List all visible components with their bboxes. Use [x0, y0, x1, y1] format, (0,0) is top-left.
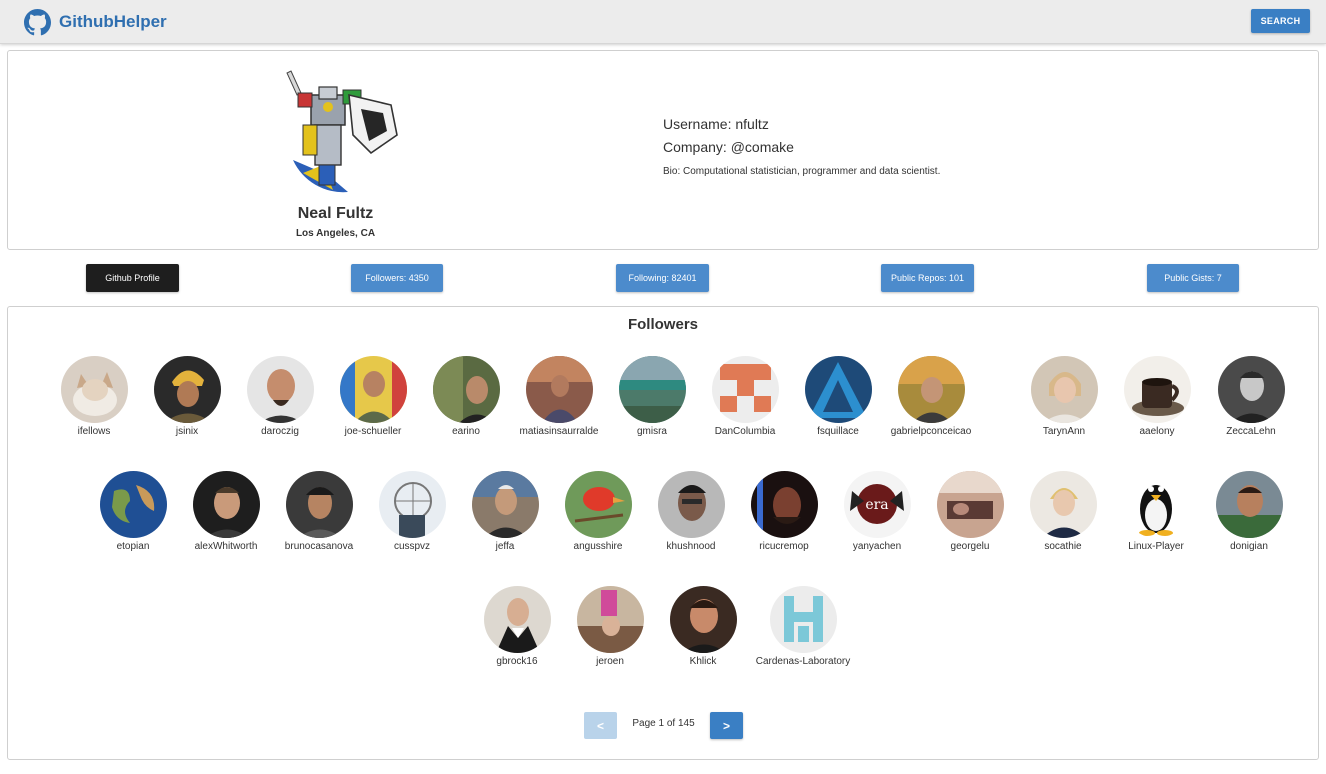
public-repos-button[interactable]: Public Repos: 101 [881, 264, 974, 292]
follower-avatar[interactable] [898, 356, 965, 423]
follower-avatar[interactable] [1031, 356, 1098, 423]
follower-avatar[interactable]: era [844, 471, 911, 538]
voltron-robot-avatar [273, 65, 403, 195]
svg-text:era: era [865, 497, 888, 513]
followers-card: Followers ifellows jsinix daroczig joe-s… [7, 306, 1319, 760]
follower-login[interactable]: Cardenas-Laboratory [738, 656, 868, 667]
follower-avatar[interactable] [193, 471, 260, 538]
follower-avatar[interactable] [1218, 356, 1285, 423]
github-profile-button[interactable]: Github Profile [86, 264, 179, 292]
follower-avatar[interactable] [805, 356, 872, 423]
follower-avatar[interactable] [61, 356, 128, 423]
follower-avatar[interactable] [154, 356, 221, 423]
follower-avatar[interactable] [670, 586, 737, 653]
followers-count-button[interactable]: Followers: 4350 [351, 264, 443, 292]
follower-avatar[interactable] [433, 356, 500, 423]
follower-avatar[interactable] [1123, 471, 1190, 538]
follower-avatar[interactable] [379, 471, 446, 538]
follower-avatar[interactable] [1030, 471, 1097, 538]
follower-avatar[interactable] [247, 356, 314, 423]
follower-avatar[interactable] [658, 471, 725, 538]
follower-avatar[interactable] [286, 471, 353, 538]
follower-avatar[interactable] [712, 356, 779, 423]
follower-login[interactable]: gabrielpconceicao [866, 426, 996, 437]
brand[interactable]: GithubHelper [24, 8, 167, 36]
github-octocat-icon [24, 8, 51, 36]
follower-avatar[interactable] [937, 471, 1004, 538]
follower-avatar[interactable] [472, 471, 539, 538]
follower-login[interactable]: ZeccaLehn [1186, 426, 1316, 437]
page-indicator: Page 1 of 145 [632, 718, 695, 729]
profile-location: Los Angeles, CA [295, 228, 376, 239]
follower-login[interactable]: donigian [1184, 541, 1314, 552]
follower-avatar[interactable] [484, 586, 551, 653]
follower-card[interactable]: gabrielpconceicao [876, 356, 986, 446]
follower-avatar[interactable] [100, 471, 167, 538]
public-gists-button[interactable]: Public Gists: 7 [1147, 264, 1239, 292]
follower-avatar[interactable] [770, 586, 837, 653]
profile-bio: Bio: Computational statistician, program… [663, 166, 941, 177]
top-navbar: GithubHelper SEARCH [0, 0, 1326, 44]
profile-company: Company: @comake [663, 139, 794, 155]
follower-avatar[interactable] [340, 356, 407, 423]
follower-avatar[interactable] [751, 471, 818, 538]
search-button[interactable]: SEARCH [1251, 9, 1310, 33]
follower-card[interactable]: ZeccaLehn [1196, 356, 1306, 446]
follower-card[interactable]: donigian [1194, 471, 1304, 561]
brand-name: GithubHelper [59, 12, 167, 31]
following-count-button[interactable]: Following: 82401 [616, 264, 709, 292]
follower-avatar[interactable] [1124, 356, 1191, 423]
follower-avatar[interactable] [565, 471, 632, 538]
follower-avatar[interactable] [619, 356, 686, 423]
profile-name: Neal Fultz [297, 205, 374, 222]
follower-avatar[interactable] [526, 356, 593, 423]
follower-card[interactable]: Cardenas-Laboratory [748, 586, 858, 676]
previous-page-button[interactable]: < [584, 712, 617, 739]
follower-avatar[interactable] [1216, 471, 1283, 538]
follower-avatar[interactable] [577, 586, 644, 653]
profile-card: Neal Fultz Los Angeles, CA Username: nfu… [7, 50, 1319, 250]
profile-username: Username: nfultz [663, 116, 769, 132]
followers-title: Followers [627, 316, 698, 333]
next-page-button[interactable]: > [710, 712, 743, 739]
